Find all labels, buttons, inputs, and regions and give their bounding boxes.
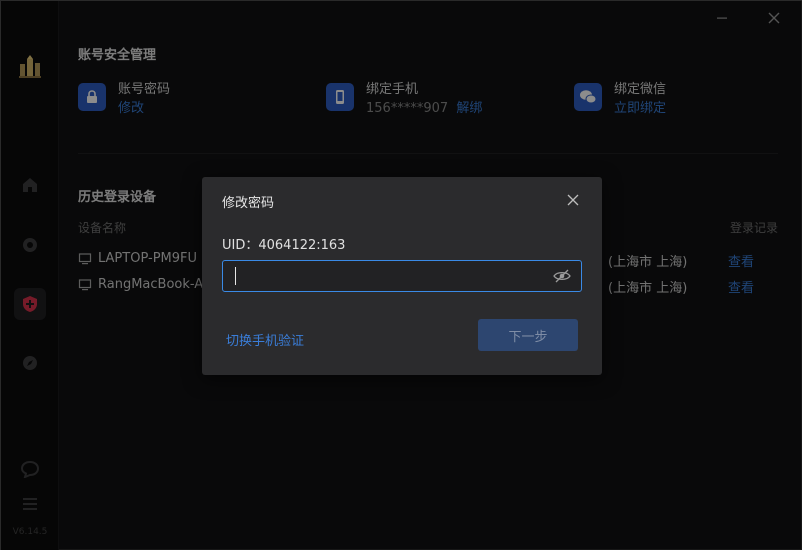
text-caret bbox=[235, 267, 236, 285]
close-icon[interactable] bbox=[564, 191, 582, 209]
password-input[interactable] bbox=[233, 266, 543, 286]
app-window: V6.14.5 账号安全管理 账号密码 修改 绑定手机 156*****907 … bbox=[0, 0, 802, 550]
password-field-wrapper bbox=[222, 260, 582, 292]
eye-hidden-icon[interactable] bbox=[553, 268, 571, 284]
next-step-button[interactable]: 下一步 bbox=[478, 319, 578, 351]
dialog-title: 修改密码 bbox=[222, 196, 275, 211]
change-password-dialog: 修改密码 UID：4064122:163 切换手机验证 下一步 bbox=[202, 177, 602, 375]
switch-phone-verify-link[interactable]: 切换手机验证 bbox=[226, 330, 304, 349]
uid-label: UID：4064122:163 bbox=[222, 238, 346, 253]
